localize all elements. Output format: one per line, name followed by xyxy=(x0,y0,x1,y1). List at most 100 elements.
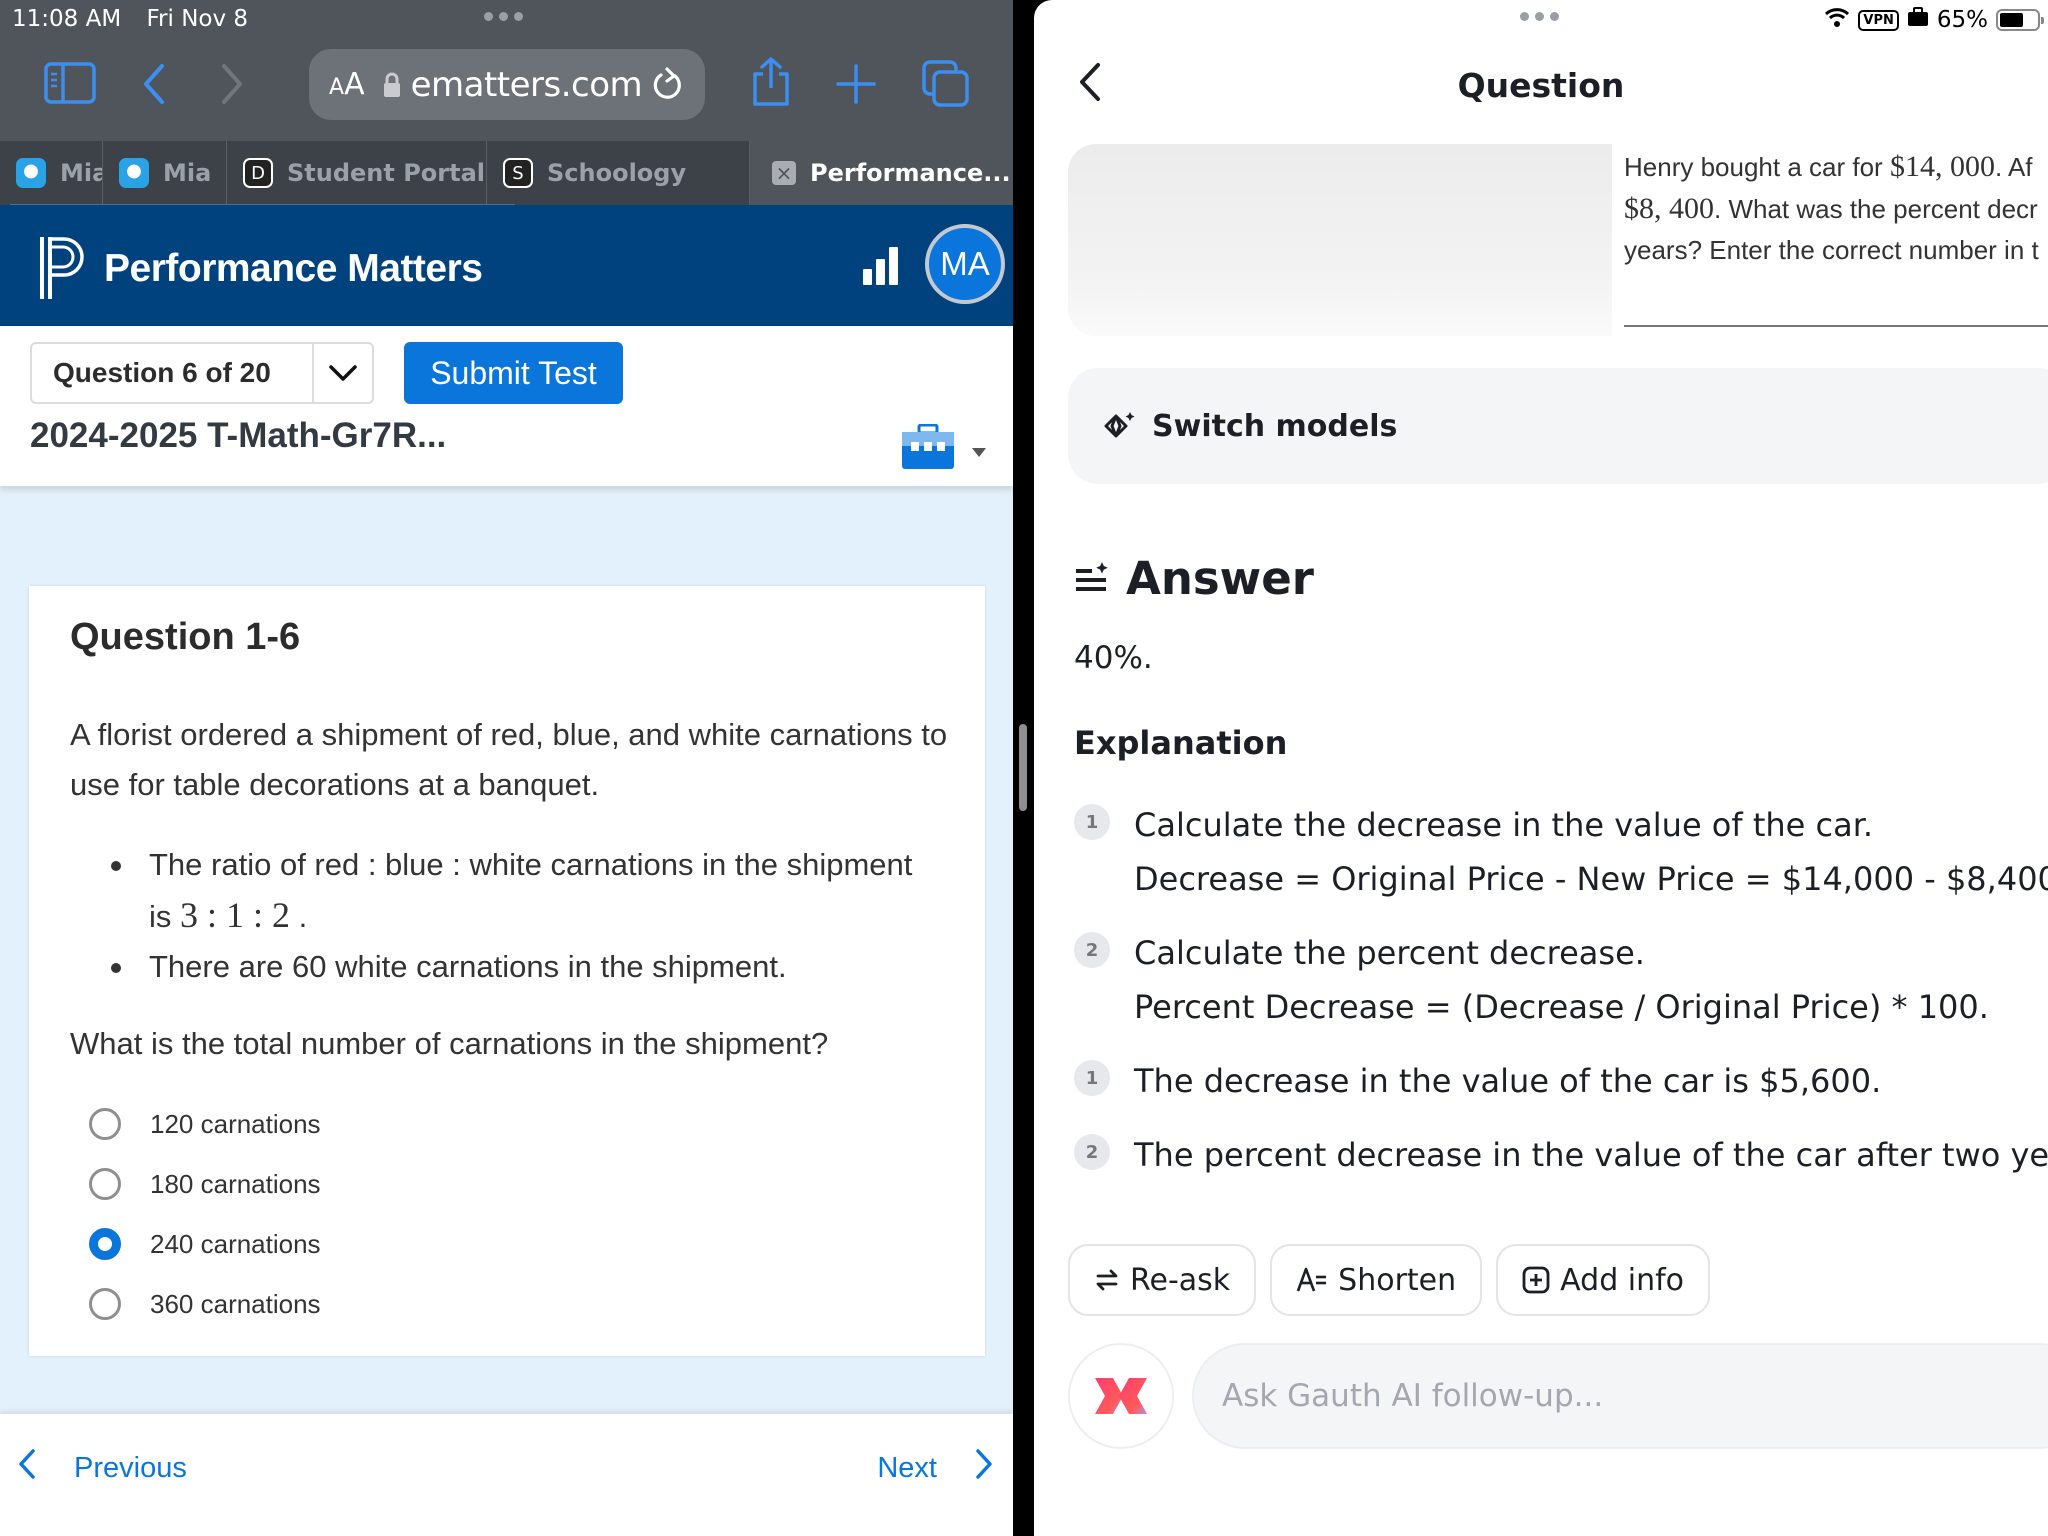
step-number-badge: 2 xyxy=(1074,1134,1110,1170)
radio-button[interactable] xyxy=(89,1168,121,1200)
app-title: Performance Matters xyxy=(104,247,483,290)
school-globe-icon xyxy=(119,158,149,188)
split-view-divider xyxy=(1013,0,1034,1536)
briefcase-icon xyxy=(1907,7,1929,33)
chevron-left-icon xyxy=(18,1448,36,1488)
shorten-text-icon xyxy=(1296,1267,1327,1292)
multitasking-dots[interactable] xyxy=(484,12,523,21)
tab-mia-1[interactable]: Mia xyxy=(0,141,103,205)
previous-label: Previous xyxy=(74,1451,187,1484)
status-date: Fri Nov 8 xyxy=(146,6,249,32)
test-name: 2024-2025 T-Math-Gr7R... xyxy=(30,416,447,455)
question-selector[interactable]: Question 6 of 20 xyxy=(30,342,374,404)
gauth-pane: VPN 65% Question Henry bought a car for … xyxy=(1034,0,2048,1536)
battery-icon xyxy=(1996,9,2044,31)
answer-blank-line xyxy=(1624,325,2048,327)
question-title: Question 1-6 xyxy=(70,616,301,658)
user-avatar[interactable]: MA xyxy=(925,224,1005,304)
tab-label: Mia xyxy=(163,159,212,187)
next-button[interactable]: Next xyxy=(877,1448,993,1488)
safari-toolbar: 11:08 AM Fri Nov 8 AAAA ematters.com xyxy=(0,0,1013,141)
address-bar[interactable]: AAAA ematters.com xyxy=(309,49,705,120)
tab-label: Student Portal xyxy=(287,159,486,187)
explanation-step: 1 Calculate the decrease in the value of… xyxy=(1074,798,2048,906)
choice-label: 120 carnations xyxy=(150,1108,321,1139)
result-text: The percent decrease in the value of the… xyxy=(1134,1136,2048,1174)
safari-pane: 11:08 AM Fri Nov 8 AAAA ematters.com xyxy=(0,0,1013,1536)
tab-label: Performance... xyxy=(810,159,1011,187)
answer-heading: Answer xyxy=(1074,552,1314,605)
reask-button[interactable]: Re-ask xyxy=(1068,1244,1257,1316)
next-label: Next xyxy=(877,1451,937,1484)
reports-icon[interactable] xyxy=(863,245,898,285)
followup-input[interactable] xyxy=(1192,1343,2048,1449)
lock-icon xyxy=(383,72,401,98)
toolbox-caret-icon[interactable] xyxy=(972,448,986,457)
question-selector-label: Question 6 of 20 xyxy=(53,357,271,388)
step-number-badge: 1 xyxy=(1074,1060,1110,1096)
new-tab-icon[interactable] xyxy=(836,64,876,104)
toolbox-icon[interactable] xyxy=(901,423,955,475)
tab-bar: Mia Mia D Student Portal S Schoology × P… xyxy=(0,141,1013,205)
status-bar-left: 11:08 AM Fri Nov 8 xyxy=(12,6,266,32)
tabs-overview-icon[interactable] xyxy=(922,60,970,108)
choice-120[interactable]: 120 carnations xyxy=(89,1094,321,1154)
submit-test-button[interactable]: Submit Test xyxy=(404,342,623,404)
s-letter-icon: S xyxy=(503,158,533,188)
sidebar-icon[interactable] xyxy=(44,62,96,104)
switch-models-button[interactable]: Switch models xyxy=(1068,368,2048,484)
tab-mia-2[interactable]: Mia xyxy=(103,141,227,205)
radio-button[interactable] xyxy=(89,1288,121,1320)
ratio-math: 3 : 1 : 2 xyxy=(180,895,291,935)
tab-performance-matters[interactable]: × Performance... xyxy=(750,141,1013,205)
step-title: Calculate the decrease in the value of t… xyxy=(1134,806,1874,844)
question-facts: The ratio of red : blue : white carnatio… xyxy=(109,840,929,992)
step-detail: Percent Decrease = (Decrease / Original … xyxy=(1134,988,1989,1026)
split-view-handle[interactable] xyxy=(1019,724,1027,811)
choice-240[interactable]: 240 carnations xyxy=(89,1214,321,1274)
reload-icon[interactable] xyxy=(651,66,685,104)
gauth-logo-icon[interactable] xyxy=(1068,1343,1174,1449)
tab-label: Mia xyxy=(60,159,102,187)
result-text: The decrease in the value of the car is … xyxy=(1134,1062,1882,1100)
swap-arrows-icon xyxy=(1096,1269,1118,1291)
result-step: 1 The decrease in the value of the car i… xyxy=(1074,1054,1881,1108)
add-info-button[interactable]: Add info xyxy=(1496,1244,1711,1316)
choice-label: 180 carnations xyxy=(150,1168,321,1199)
tab-schoology[interactable]: S Schoology xyxy=(487,141,750,205)
plus-square-icon xyxy=(1522,1266,1550,1294)
question-intro: A florist ordered a shipment of red, blu… xyxy=(70,717,948,802)
chevron-down-icon[interactable] xyxy=(312,344,372,402)
reader-text-size-button[interactable]: AAAA xyxy=(329,67,365,102)
question-card: Question 1-6 A florist ordered a shipmen… xyxy=(29,586,985,1356)
sparkle-icon xyxy=(1104,412,1135,438)
share-icon[interactable] xyxy=(750,56,792,108)
screen-title: Question xyxy=(1457,66,1625,105)
question-snippet: Henry bought a car for $14, 000. Af $8, … xyxy=(1624,150,2039,265)
shorten-button[interactable]: Shorten xyxy=(1270,1244,1483,1316)
explanation-step: 2 Calculate the percent decrease. Percen… xyxy=(1074,926,1989,1034)
tab-label: Schoology xyxy=(547,159,687,187)
answer-choices: 120 carnations 180 carnations 240 carnat… xyxy=(89,1094,321,1334)
close-tab-icon[interactable]: × xyxy=(772,161,796,185)
url-text: ematters.com xyxy=(410,64,643,105)
choice-180[interactable]: 180 carnations xyxy=(89,1154,321,1214)
question-area: Question 1-6 A florist ordered a shipmen… xyxy=(0,486,1013,1414)
explanation-heading: Explanation xyxy=(1074,724,1288,762)
tab-student-portal[interactable]: D Student Portal xyxy=(227,141,487,205)
status-time: 11:08 AM xyxy=(12,6,122,32)
radio-button[interactable] xyxy=(89,1108,121,1140)
forward-icon[interactable] xyxy=(220,62,244,106)
vpn-badge: VPN xyxy=(1858,9,1899,31)
question-image-thumbnail[interactable] xyxy=(1068,144,1612,336)
radio-button-selected[interactable] xyxy=(89,1228,121,1260)
choice-360[interactable]: 360 carnations xyxy=(89,1274,321,1334)
step-number-badge: 1 xyxy=(1074,804,1110,840)
question-prompt: What is the total number of carnations i… xyxy=(70,1026,829,1061)
multitasking-dots[interactable] xyxy=(1520,12,1559,21)
status-bar-right: VPN 65% xyxy=(1824,6,2044,34)
back-icon[interactable] xyxy=(142,62,166,106)
previous-button[interactable]: Previous xyxy=(18,1448,187,1488)
answer-value: 40%. xyxy=(1074,640,1153,676)
step-detail: Decrease = Original Price - New Price = … xyxy=(1134,860,2048,898)
